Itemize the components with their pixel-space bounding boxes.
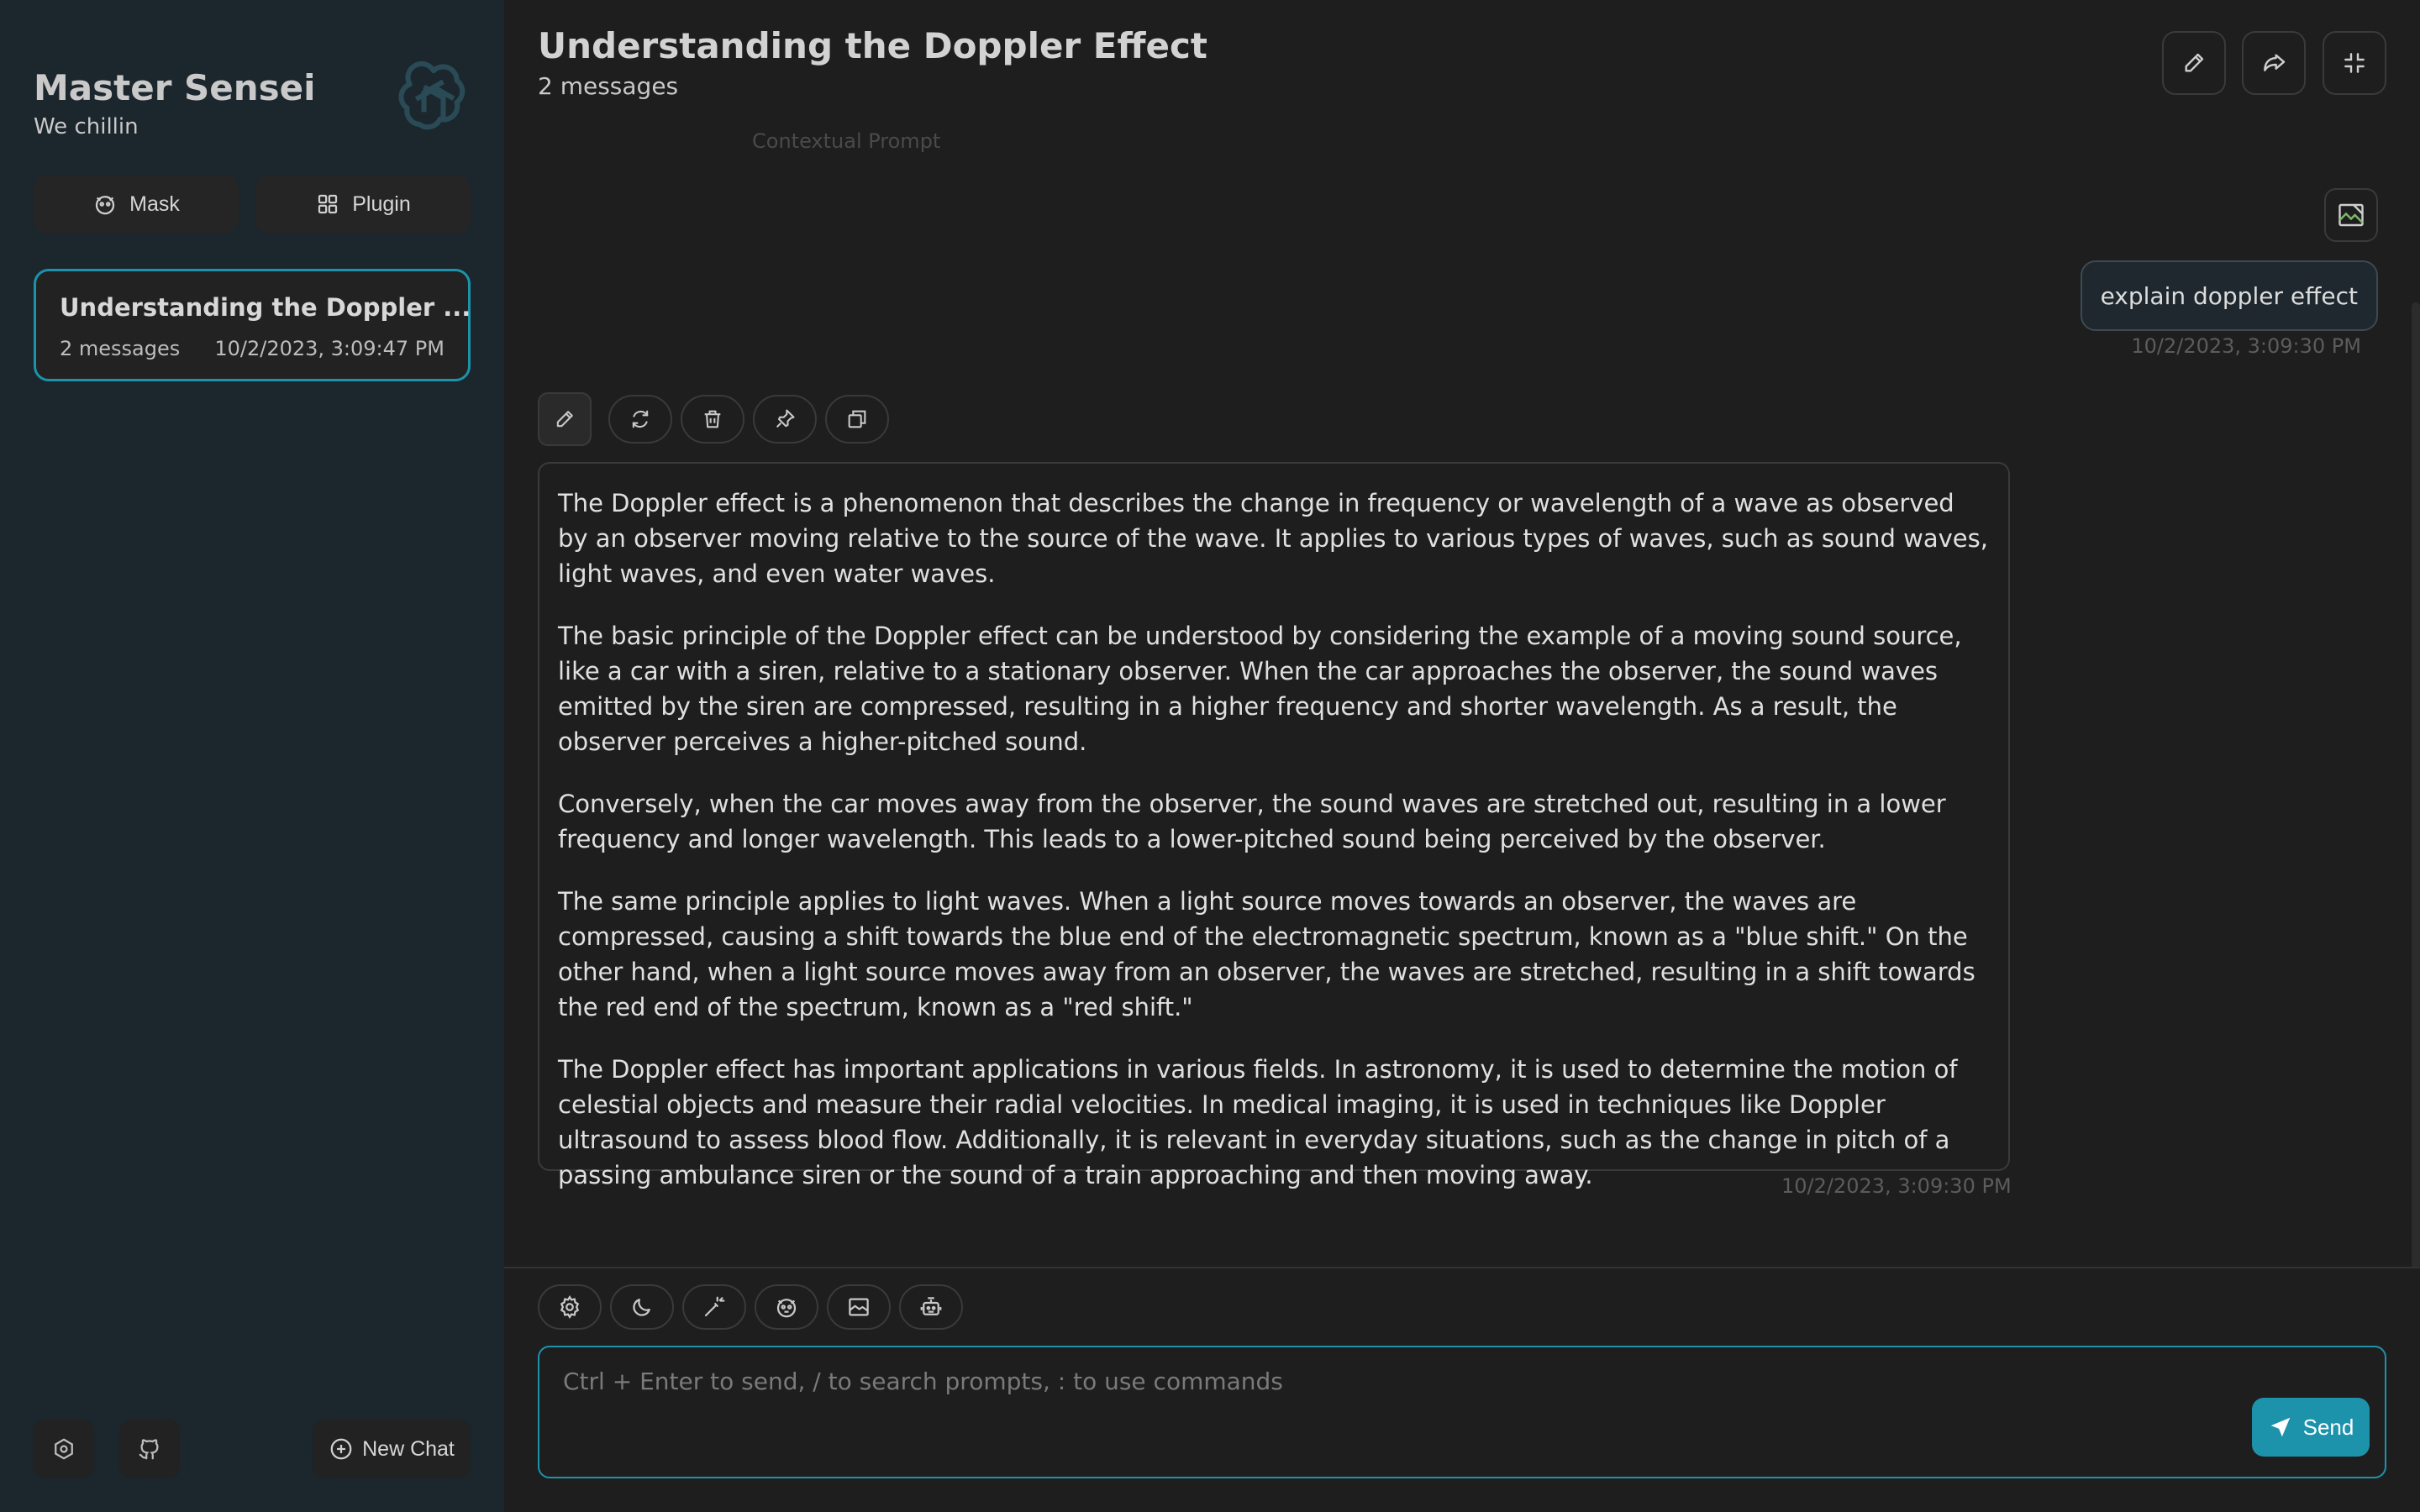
message-input-container: Send <box>538 1346 2386 1478</box>
openai-logo-icon <box>395 60 472 138</box>
user-avatar <box>2324 188 2378 242</box>
pin-message-button[interactable] <box>753 395 817 444</box>
edit-icon <box>553 407 576 431</box>
share-icon <box>2260 50 2287 76</box>
chat-scrollbar[interactable] <box>2412 302 2420 1268</box>
chat-list-item[interactable]: Understanding the Doppler ... 2 messages… <box>34 269 471 381</box>
copy-icon <box>845 407 869 431</box>
assistant-paragraph: The Doppler effect is a phenomenon that … <box>558 489 1988 588</box>
settings-button[interactable] <box>34 1420 94 1478</box>
retry-button[interactable] <box>608 395 672 444</box>
mask-button[interactable]: Mask <box>34 175 239 234</box>
edit-message-button[interactable] <box>538 392 592 446</box>
assistant-message-time: 10/2/2023, 3:09:30 PM <box>1781 1174 2012 1198</box>
minimize-button[interactable] <box>2323 31 2386 95</box>
new-chat-button[interactable]: New Chat <box>313 1420 471 1478</box>
github-icon <box>137 1436 162 1462</box>
send-button[interactable]: Send <box>2252 1398 2370 1457</box>
settings-icon <box>51 1436 76 1462</box>
mask-icon <box>92 192 118 217</box>
chat-title[interactable]: Understanding the Doppler Effect <box>538 25 1207 66</box>
mask-icon <box>774 1294 799 1320</box>
user-message-time: 10/2/2023, 3:09:30 PM <box>2131 334 2361 358</box>
message-input[interactable] <box>539 1347 2385 1477</box>
assistant-paragraph: The basic principle of the Doppler effec… <box>558 622 1962 756</box>
edit-icon <box>2181 50 2207 76</box>
share-button[interactable] <box>2242 31 2306 95</box>
chat-item-title: Understanding the Doppler ... <box>60 293 471 322</box>
dark-mode-icon <box>629 1294 655 1320</box>
assistant-paragraph: The Doppler effect has important applica… <box>558 1055 1958 1189</box>
user-message-bubble: explain doppler effect <box>2080 260 2378 331</box>
assistant-paragraph: The same principle applies to light wave… <box>558 887 1975 1021</box>
theme-toggle-button[interactable] <box>610 1284 674 1330</box>
chat-item-date: 10/2/2023, 3:09:47 PM <box>214 337 445 360</box>
plugin-button-label: Plugin <box>352 192 411 216</box>
input-divider <box>504 1267 2420 1268</box>
chat-panel: Understanding the Doppler Effect 2 messa… <box>504 0 2420 1512</box>
assistant-message-bubble: The Doppler effect is a phenomenon that … <box>538 462 2010 1189</box>
settings-icon <box>557 1294 582 1320</box>
chat-message-count: 2 messages <box>538 72 679 100</box>
plugin-grid-icon <box>315 192 340 217</box>
app-title: Master Sensei <box>34 67 316 108</box>
masks-button[interactable] <box>755 1284 818 1330</box>
delete-message-button[interactable] <box>681 395 744 444</box>
add-circle-icon <box>329 1436 354 1462</box>
pin-icon <box>773 407 797 431</box>
prompt-wand-icon <box>702 1294 727 1320</box>
robot-icon <box>918 1294 944 1320</box>
assistant-paragraph: Conversely, when the car moves away from… <box>558 790 1946 853</box>
send-button-label: Send <box>2302 1414 2354 1440</box>
delete-icon <box>701 407 724 431</box>
contextual-prompt-label[interactable]: Contextual Prompt <box>752 129 940 153</box>
refresh-icon <box>629 407 652 431</box>
image-icon <box>846 1294 871 1320</box>
chat-settings-button[interactable] <box>538 1284 602 1330</box>
chat-item-count: 2 messages <box>60 337 181 360</box>
plugin-button[interactable]: Plugin <box>255 175 471 234</box>
send-icon <box>2268 1415 2293 1440</box>
model-button[interactable] <box>899 1284 963 1330</box>
minimize-icon <box>2341 50 2368 76</box>
app-subtitle: We chillin <box>34 114 139 139</box>
image-button[interactable] <box>827 1284 891 1330</box>
prompt-library-button[interactable] <box>682 1284 746 1330</box>
sidebar: Master Sensei We chillin Mask Plugin Und… <box>0 0 504 1512</box>
copy-message-button[interactable] <box>825 395 889 444</box>
mask-button-label: Mask <box>129 192 180 216</box>
rename-chat-button[interactable] <box>2162 31 2226 95</box>
new-chat-label: New Chat <box>362 1436 455 1461</box>
github-button[interactable] <box>119 1420 180 1478</box>
